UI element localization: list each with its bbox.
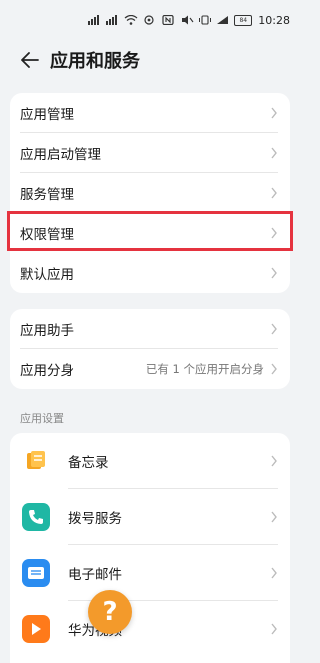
chevron-right-icon: [271, 267, 277, 279]
status-bar: 84 10:28: [0, 0, 300, 40]
battery-icon: 84: [234, 14, 253, 26]
row-default-apps[interactable]: 默认应用: [10, 253, 290, 293]
row-app-management[interactable]: 应用管理: [10, 93, 290, 133]
location-icon: [144, 15, 154, 25]
app-management-card: 应用管理 应用启动管理 服务管理 权限管理 默认应用: [7, 93, 293, 293]
row-label: 默认应用: [20, 267, 74, 283]
row-label: 应用启动管理: [20, 147, 101, 163]
notepad-icon: [22, 447, 50, 475]
chevron-right-icon: [271, 187, 277, 199]
row-permission-management[interactable]: 权限管理: [7, 211, 293, 253]
sim-signal-icon: [88, 15, 99, 25]
row-value: 已有 1 个应用开启分身: [145, 362, 264, 376]
row-label: 应用分身: [20, 363, 74, 379]
app-label: 拨号服务: [68, 511, 122, 527]
help-button[interactable]: ?: [88, 590, 132, 634]
chevron-right-icon: [271, 363, 277, 375]
row-app-launch-management[interactable]: 应用启动管理: [10, 133, 290, 173]
mute-icon: [182, 15, 194, 25]
row-label: 应用助手: [20, 323, 74, 339]
back-button[interactable]: [10, 42, 50, 78]
mail-icon: [22, 559, 50, 587]
row-app-video[interactable]: 华为视频: [10, 601, 290, 657]
row-app-email[interactable]: 电子邮件: [10, 545, 290, 601]
row-app-notepad[interactable]: 备忘录: [10, 433, 290, 489]
sim2-signal-icon: [106, 15, 117, 25]
arrow-left-icon: [21, 52, 39, 68]
wifi-icon: [124, 15, 138, 25]
video-icon: [22, 615, 50, 643]
app-label: 备忘录: [68, 455, 109, 471]
chevron-right-icon: [271, 107, 277, 119]
status-time: 10:28: [258, 13, 290, 27]
chevron-right-icon: [271, 567, 277, 579]
row-app-assistant[interactable]: 应用助手: [10, 309, 290, 349]
page-title: 应用和服务: [50, 51, 140, 72]
help-question-icon: ?: [102, 597, 118, 627]
row-label: 服务管理: [20, 187, 74, 203]
chevron-right-icon: [271, 323, 277, 335]
app-label: 电子邮件: [68, 567, 122, 583]
chevron-right-icon: [271, 455, 277, 467]
app-settings-card: 备忘录 拨号服务 电子邮件 华为视频: [10, 433, 290, 663]
row-app-dialer[interactable]: 拨号服务: [10, 489, 290, 545]
header: 应用和服务: [0, 42, 300, 78]
row-label: 应用管理: [20, 107, 74, 123]
section-label-app-settings: 应用设置: [20, 412, 64, 425]
app-assistant-card: 应用助手 应用分身 已有 1 个应用开启分身: [10, 309, 290, 389]
chevron-right-icon: [271, 511, 277, 523]
chevron-right-icon: [271, 623, 277, 635]
signal-strength-icon: [217, 16, 229, 24]
vibrate-icon: [199, 15, 212, 25]
nfc-icon: [162, 15, 174, 25]
row-app-twin[interactable]: 应用分身 已有 1 个应用开启分身: [10, 349, 290, 389]
chevron-right-icon: [271, 147, 277, 159]
chevron-right-icon: [271, 227, 277, 239]
status-left-icons: [88, 15, 156, 25]
row-service-management[interactable]: 服务管理: [10, 173, 290, 213]
phone-icon: [22, 503, 50, 531]
status-right-icons: 84 10:28: [162, 14, 290, 27]
row-label: 权限管理: [20, 227, 74, 243]
